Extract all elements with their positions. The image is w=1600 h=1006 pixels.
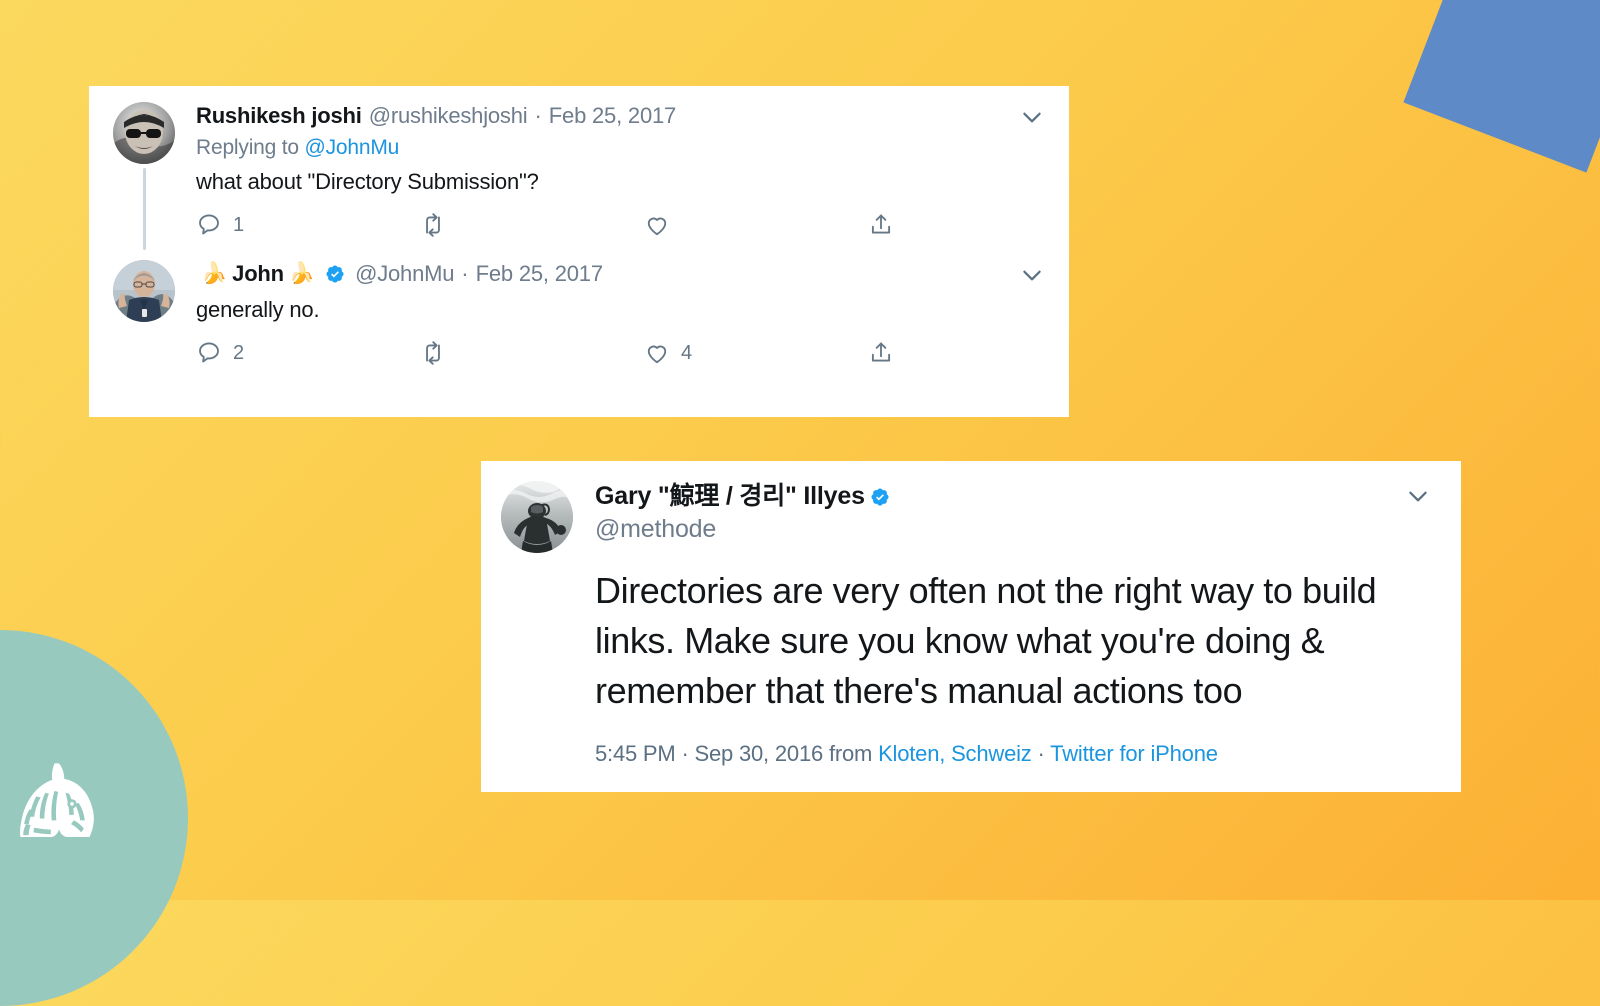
avatar-column <box>113 102 179 251</box>
tweet-actions: 1 <box>196 212 1045 244</box>
user-handle[interactable]: @methode <box>595 515 1431 544</box>
chevron-down-icon[interactable] <box>1019 262 1045 288</box>
share-icon <box>868 212 894 238</box>
reply-action[interactable]: 2 <box>196 340 420 366</box>
display-name[interactable]: Rushikesh joshi <box>196 102 362 130</box>
separator-dot: · <box>681 741 689 767</box>
tweet-text: what about "Directory Submission"? <box>196 168 539 194</box>
user-handle[interactable]: @JohnMu <box>355 260 454 288</box>
tweet-header: Gary "鯨理 / 경리" Illyes <box>595 481 1431 512</box>
tweet-location-link[interactable]: Kloten, Schweiz <box>878 741 1032 766</box>
avatar-column <box>113 260 179 372</box>
tweet-date: Sep 30, 2016 <box>694 741 824 767</box>
retweet-action[interactable] <box>420 340 644 366</box>
zebra-head-logo <box>14 756 106 848</box>
tweet-timestamp[interactable]: Feb 25, 2017 <box>476 260 603 288</box>
separator-dot: · <box>461 261 469 287</box>
replying-to-label: Replying to <box>196 135 299 159</box>
heart-icon <box>644 212 670 238</box>
single-tweet-card: Gary "鯨理 / 경리" Illyes @methode Directori… <box>481 461 1461 792</box>
replying-to-line: Replying to @JohnMu <box>196 136 1045 160</box>
tweet-source-link[interactable]: Twitter for iPhone <box>1050 741 1218 766</box>
user-handle[interactable]: @rushikeshjoshi <box>369 102 528 130</box>
tweet-header: Rushikesh joshi @rushikeshjoshi · Feb 25… <box>196 102 1045 130</box>
tweet-item[interactable]: Rushikesh joshi @rushikeshjoshi · Feb 25… <box>89 86 1069 251</box>
verified-badge-icon <box>870 487 890 507</box>
tweet-time: 5:45 PM <box>595 741 676 767</box>
like-action[interactable]: 4 <box>644 340 868 366</box>
chevron-down-icon[interactable] <box>1019 104 1045 130</box>
retweet-icon <box>420 212 446 238</box>
tweet-body: 🍌 John 🍌 @JohnMu · Feb 25, 2017 generall… <box>179 260 1045 372</box>
banana-icon: 🍌 <box>201 262 228 286</box>
avatar[interactable] <box>501 481 573 553</box>
heart-icon <box>644 340 670 366</box>
tweet-body: Gary "鯨理 / 경리" Illyes @methode Directori… <box>573 481 1431 767</box>
tweet-text: Directories are very often not the right… <box>595 570 1377 711</box>
tweet-timestamp[interactable]: Feb 25, 2017 <box>549 102 676 130</box>
avatar[interactable] <box>113 102 175 164</box>
thread-connector-line <box>143 168 146 251</box>
verified-badge-icon <box>325 264 345 284</box>
avatar-column <box>501 481 573 767</box>
like-count: 4 <box>681 341 692 364</box>
tweet-text: generally no. <box>196 296 320 322</box>
reply-action[interactable]: 1 <box>196 212 420 238</box>
share-action[interactable] <box>868 212 905 238</box>
banana-icon: 🍌 <box>288 262 316 286</box>
tweet-thread-card: Rushikesh joshi @rushikeshjoshi · Feb 25… <box>89 86 1069 417</box>
decorative-blue-square <box>1403 0 1600 173</box>
tweet-meta-line: 5:45 PM · Sep 30, 2016 from Kloten, Schw… <box>595 741 1431 767</box>
chevron-down-icon[interactable] <box>1405 483 1431 509</box>
from-label: from <box>828 741 873 767</box>
tweet-item[interactable]: 🍌 John 🍌 @JohnMu · Feb 25, 2017 generall… <box>89 244 1069 372</box>
separator-dot: · <box>1037 741 1045 767</box>
reply-icon <box>196 212 222 238</box>
share-action[interactable] <box>868 340 905 366</box>
reply-count: 1 <box>233 213 244 236</box>
display-name[interactable]: John <box>232 260 284 288</box>
tweet-actions: 2 4 <box>196 340 1045 372</box>
reply-count: 2 <box>233 341 244 364</box>
tweet-item[interactable]: Gary "鯨理 / 경리" Illyes @methode Directori… <box>481 461 1461 767</box>
display-name[interactable]: Gary "鯨理 / 경리" Illyes <box>595 481 865 512</box>
like-action[interactable] <box>644 212 868 238</box>
replying-to-mention[interactable]: @JohnMu <box>305 136 400 159</box>
avatar[interactable] <box>113 260 175 323</box>
separator-dot: · <box>534 103 542 128</box>
reply-icon <box>196 340 222 366</box>
tweet-body: Rushikesh joshi @rushikeshjoshi · Feb 25… <box>179 102 1045 244</box>
retweet-icon <box>420 340 446 366</box>
tweet-header: 🍌 John 🍌 @JohnMu · Feb 25, 2017 <box>196 260 1045 288</box>
retweet-action[interactable] <box>420 212 644 238</box>
share-icon <box>868 340 894 366</box>
